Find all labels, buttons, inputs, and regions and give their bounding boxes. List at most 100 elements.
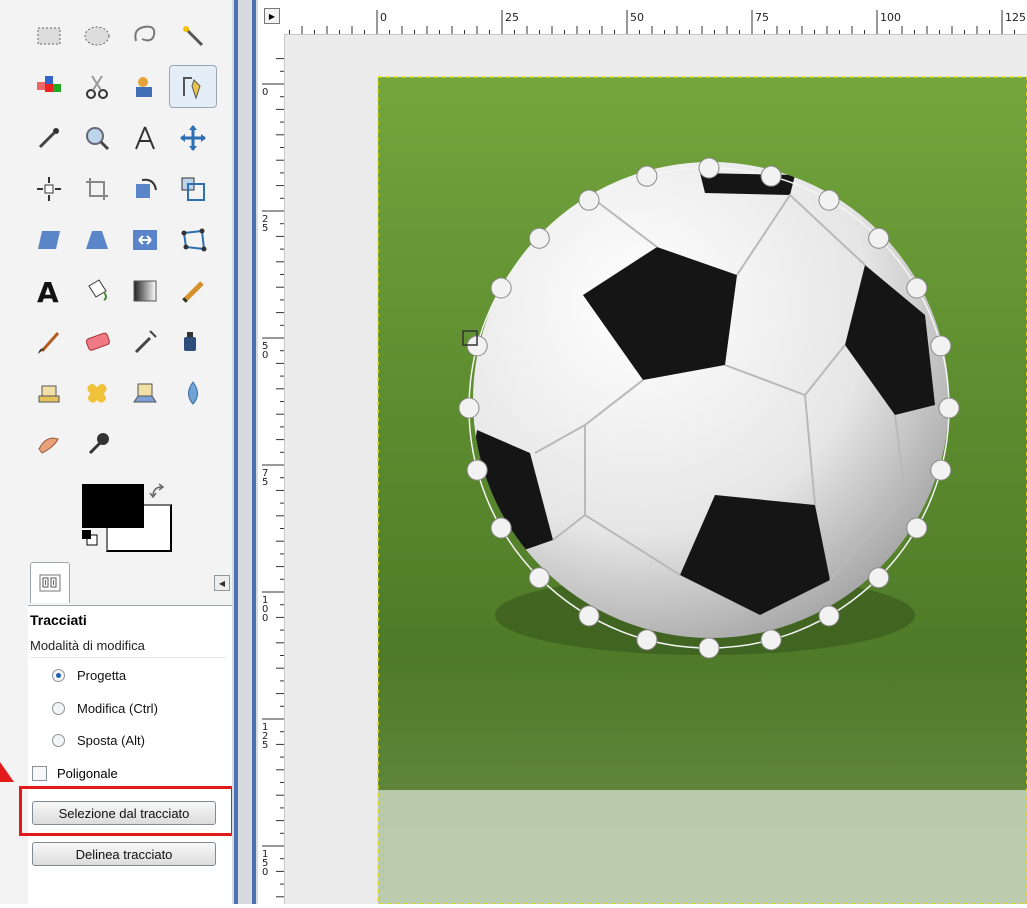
crop-icon <box>86 177 108 200</box>
rotate-tool[interactable] <box>122 168 168 209</box>
radio-indicator <box>52 734 65 747</box>
heal-tool[interactable] <box>74 372 120 413</box>
path-anchor-handle[interactable] <box>906 277 928 299</box>
flip-icon <box>133 229 157 250</box>
path-anchor-handle[interactable] <box>466 459 488 481</box>
tab-menu-button[interactable]: ◀ <box>214 575 230 591</box>
path-anchor-handle[interactable] <box>528 567 550 589</box>
path-anchor-handle[interactable] <box>906 517 928 539</box>
free-select-icon <box>134 25 156 41</box>
path-anchor-handle[interactable] <box>930 459 952 481</box>
perspective-clone-icon <box>133 383 157 402</box>
ink-tool[interactable] <box>170 321 216 362</box>
perspective-tool[interactable] <box>74 219 120 260</box>
shear-icon <box>38 230 60 249</box>
path-anchor-handle[interactable] <box>698 637 720 659</box>
rect-select-icon <box>37 27 61 44</box>
path-anchor-handle[interactable] <box>698 157 720 179</box>
perspective-icon <box>86 230 108 249</box>
blur-tool[interactable] <box>170 372 216 413</box>
mode-move-radio[interactable]: Sposta (Alt) <box>52 733 145 748</box>
flip-tool[interactable] <box>122 219 168 260</box>
measure-tool[interactable] <box>122 117 168 158</box>
scissors-select-tool[interactable] <box>74 66 120 107</box>
ruler-label: 100 <box>880 11 901 24</box>
path-anchor-handle[interactable] <box>578 605 600 627</box>
move-tool[interactable] <box>170 117 216 158</box>
ink-icon <box>184 331 196 351</box>
radio-label: Sposta (Alt) <box>77 733 145 748</box>
path-anchor-handle[interactable] <box>868 567 890 589</box>
path-anchor-handle[interactable] <box>578 189 600 211</box>
tool-options-panel: Tracciati Modalità di modifica Progetta … <box>28 605 232 905</box>
airbrush-tool[interactable] <box>122 321 168 362</box>
tool-options-icon <box>39 574 61 592</box>
rect-select-tool[interactable] <box>26 15 72 56</box>
path-anchor-handle[interactable] <box>818 189 840 211</box>
crop-tool[interactable] <box>74 168 120 209</box>
red-arrow-icon <box>0 762 14 782</box>
paintbrush-tool[interactable] <box>26 321 72 362</box>
tab-tool-options[interactable] <box>30 562 70 603</box>
smudge-tool[interactable] <box>26 423 72 464</box>
bucket-fill-tool[interactable] <box>74 270 120 311</box>
rotate-icon <box>136 178 157 198</box>
quick-mask-icon[interactable]: ▶ <box>264 8 280 24</box>
path-anchor-handle[interactable] <box>868 227 890 249</box>
foreground-color-swatch[interactable] <box>82 484 144 528</box>
polygonal-checkbox[interactable]: Poligonale <box>32 766 118 781</box>
path-anchor-handle[interactable] <box>760 629 782 651</box>
text-tool[interactable]: A <box>26 270 72 311</box>
path-anchor-handle[interactable] <box>528 227 550 249</box>
path-anchor-handle[interactable] <box>818 605 840 627</box>
align-icon <box>37 176 61 201</box>
ruler-ticks: 0 25 50 75 100 125 <box>289 10 1026 34</box>
path-anchor-handle[interactable] <box>490 277 512 299</box>
path-anchor-handle[interactable] <box>930 335 952 357</box>
path-anchor-handle[interactable] <box>636 629 658 651</box>
scale-tool[interactable] <box>170 168 216 209</box>
swap-colors-icon[interactable] <box>148 482 168 502</box>
paths-tool-icon <box>183 76 201 100</box>
paths-tool-tool[interactable] <box>169 65 217 108</box>
shear-tool[interactable] <box>26 219 72 260</box>
vertical-ruler[interactable]: 0255075100125150 <box>258 34 285 904</box>
path-anchor-handle[interactable] <box>458 397 480 419</box>
reset-colors-icon[interactable] <box>82 530 98 546</box>
horizontal-ruler[interactable]: 0 25 50 75 100 125 <box>258 0 1027 35</box>
smudge-icon <box>38 437 59 454</box>
radio-label: Progetta <box>77 668 127 683</box>
path-anchor-handle[interactable] <box>636 165 658 187</box>
image-canvas[interactable] <box>285 35 1027 904</box>
mode-design-radio[interactable]: Progetta <box>52 668 126 683</box>
fuzzy-select-tool[interactable] <box>170 15 216 56</box>
color-area <box>82 480 172 552</box>
move-icon <box>180 124 206 151</box>
path-anchor-handle[interactable] <box>760 165 782 187</box>
pencil-tool[interactable] <box>170 270 216 311</box>
path-anchor-handle[interactable] <box>490 517 512 539</box>
eraser-tool[interactable] <box>74 321 120 362</box>
zoom-tool[interactable] <box>74 117 120 158</box>
ellipse-select-tool[interactable] <box>74 15 120 56</box>
clone-tool[interactable] <box>26 372 72 413</box>
dock-divider[interactable] <box>232 0 258 904</box>
bucket-fill-icon <box>88 278 107 301</box>
color-picker-tool[interactable] <box>26 117 72 158</box>
ruler-label: 0 <box>262 350 268 361</box>
color-select-tool[interactable] <box>26 66 72 107</box>
mode-edit-radio[interactable]: Modifica (Ctrl) <box>52 701 158 716</box>
checkbox-box <box>32 766 47 781</box>
path-anchor-handle[interactable] <box>938 397 960 419</box>
cage-transform-icon <box>181 228 207 251</box>
cage-transform-tool[interactable] <box>170 219 216 260</box>
blend-tool[interactable] <box>122 270 168 311</box>
stroke-path-button[interactable]: Delinea tracciato <box>32 842 216 866</box>
foreground-select-tool[interactable] <box>122 66 168 107</box>
align-tool[interactable] <box>26 168 72 209</box>
clone-icon <box>38 385 60 402</box>
canvas-image <box>285 35 1027 904</box>
free-select-tool[interactable] <box>122 15 168 56</box>
dodge-burn-tool[interactable] <box>74 423 120 464</box>
perspective-clone-tool[interactable] <box>122 372 168 413</box>
